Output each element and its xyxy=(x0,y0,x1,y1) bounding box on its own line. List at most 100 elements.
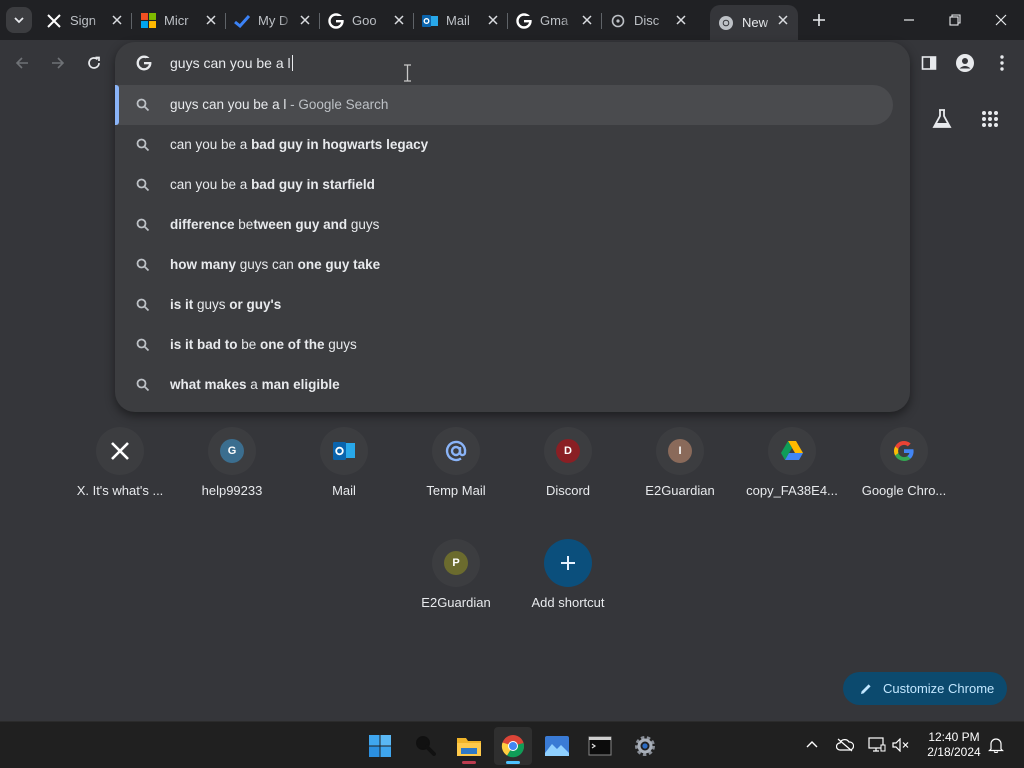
suggestion-item[interactable]: can you be a bad guy in hogwarts legacy xyxy=(115,125,910,165)
volume-tray-icon[interactable] xyxy=(890,734,912,756)
close-window-button[interactable] xyxy=(978,0,1024,40)
search-icon xyxy=(136,378,150,392)
tab-my-day[interactable]: My D xyxy=(226,5,320,36)
close-icon[interactable] xyxy=(110,13,124,27)
taskbar-clock[interactable]: 12:40 PM 2/18/2024 xyxy=(918,730,990,760)
menu-button[interactable] xyxy=(989,50,1015,76)
suggestion-text-part: is it xyxy=(170,297,194,312)
suggestion-text-part: or guy's xyxy=(229,297,282,312)
shortcut-icon-circle xyxy=(432,427,480,475)
suggestion-item[interactable]: guys can you be a l - Google Search xyxy=(115,85,893,125)
shortcut-icon-circle: G xyxy=(208,427,256,475)
network-tray-icon[interactable] xyxy=(866,734,888,756)
start-button[interactable] xyxy=(361,727,399,765)
shortcut-tile[interactable]: copy_FA38E4... xyxy=(736,427,848,537)
tab-title: My D xyxy=(258,13,289,28)
shortcut-label: Mail xyxy=(332,483,356,498)
suggestion-text-part: one guy take xyxy=(297,257,381,272)
close-icon[interactable] xyxy=(486,13,500,27)
restore-button[interactable] xyxy=(932,0,978,40)
google-apps-button[interactable] xyxy=(975,104,1005,134)
shortcut-tile[interactable]: X. It's what's ... xyxy=(64,427,176,537)
tab-google[interactable]: Goo xyxy=(320,5,414,36)
shortcut-tile[interactable]: Mail xyxy=(288,427,400,537)
reload-icon xyxy=(88,56,100,69)
new-tab-button[interactable] xyxy=(808,9,830,31)
suggestion-item[interactable]: how many guys can one guy take xyxy=(115,245,910,285)
reload-button[interactable] xyxy=(81,50,107,76)
taskbar: 12:40 PM 2/18/2024 xyxy=(0,721,1024,768)
monitor-icon xyxy=(868,737,886,752)
tab-discord[interactable]: Disc xyxy=(602,5,696,36)
suggestion-item[interactable]: is it bad to be one of the guys xyxy=(115,325,910,365)
shortcut-label: Discord xyxy=(545,483,591,498)
suggestion-item[interactable]: is it guys or guy's xyxy=(115,285,910,325)
profile-icon xyxy=(956,54,974,72)
tab-search-button[interactable] xyxy=(6,7,32,33)
search-icon xyxy=(136,218,150,232)
suggestion-item[interactable]: difference between guy and guys xyxy=(115,205,910,245)
cloud-off-icon xyxy=(836,738,854,752)
shortcut-tile[interactable]: P E2Guardian xyxy=(400,539,512,649)
close-icon[interactable] xyxy=(298,13,312,27)
search-icon xyxy=(416,736,436,756)
x-logo-icon xyxy=(46,13,62,29)
address-bar[interactable]: guys can you be a l xyxy=(115,42,910,84)
profile-button[interactable] xyxy=(952,50,978,76)
customize-chrome-button[interactable]: Customize Chrome xyxy=(843,672,1007,705)
file-explorer-button[interactable] xyxy=(450,727,488,765)
shortcut-tile[interactable]: Temp Mail xyxy=(400,427,512,537)
chrome-taskbar-button[interactable] xyxy=(494,727,532,765)
tab-gmail[interactable]: Gma xyxy=(508,5,602,36)
suggestion-text-part: be xyxy=(238,217,254,232)
terminal-taskbar-button[interactable] xyxy=(581,727,619,765)
photos-taskbar-button[interactable] xyxy=(538,727,576,765)
text-caret xyxy=(291,55,293,71)
shortcut-label: E2Guardian xyxy=(645,483,715,498)
folder-icon xyxy=(457,738,481,756)
tab-title: Disc xyxy=(634,13,660,28)
add-shortcut-tile[interactable]: Add shortcut xyxy=(512,539,624,649)
shortcut-label: E2Guardian xyxy=(421,595,491,610)
letter-avatar-icon: G xyxy=(220,439,244,463)
close-icon[interactable] xyxy=(392,13,406,27)
shortcut-tile[interactable]: Ghelp99233 xyxy=(176,427,288,537)
suggestion-item[interactable]: can you be a bad guy in starfield xyxy=(115,165,910,205)
notifications-button[interactable] xyxy=(985,734,1007,756)
kebab-menu-icon xyxy=(1000,55,1004,71)
tab-mail[interactable]: Mail xyxy=(414,5,508,36)
search-icon xyxy=(136,178,150,192)
shortcut-tile[interactable]: Google Chro... xyxy=(848,427,960,537)
search-icon xyxy=(136,298,150,312)
tab-microsoft[interactable]: Micr xyxy=(132,5,226,36)
forward-button[interactable] xyxy=(45,50,71,76)
close-icon[interactable] xyxy=(204,13,218,27)
shortcut-tile[interactable]: D Discord xyxy=(512,427,624,537)
suggestion-text-part: bad guy in hogwarts legacy xyxy=(251,137,429,152)
tab-sign[interactable]: Sign xyxy=(38,5,132,36)
address-input-text[interactable]: guys can you be a l xyxy=(170,55,293,71)
show-hidden-icons-button[interactable] xyxy=(801,734,823,756)
close-icon[interactable] xyxy=(776,13,790,27)
omnibox-dropdown: guys can you be a l guys can you be a l … xyxy=(115,42,910,412)
suggestion-text-part: - Google Search xyxy=(286,97,389,112)
close-icon[interactable] xyxy=(580,13,594,27)
settings-taskbar-button[interactable] xyxy=(626,727,664,765)
side-panel-button[interactable] xyxy=(916,50,942,76)
suggestion-text-part: guys xyxy=(324,337,357,352)
search-icon xyxy=(136,258,150,272)
search-taskbar-button[interactable] xyxy=(407,727,445,765)
chevron-up-icon xyxy=(806,741,818,748)
tab-new-tab[interactable]: New xyxy=(710,5,798,40)
onedrive-tray-icon[interactable] xyxy=(834,734,856,756)
back-button[interactable] xyxy=(9,50,35,76)
restore-icon xyxy=(949,14,961,26)
suggestion-item[interactable]: what makes a man eligible xyxy=(115,365,910,405)
chrome-labs-button[interactable] xyxy=(927,104,957,134)
close-icon[interactable] xyxy=(674,13,688,27)
suggestion-text: guys can you be a l - Google Search xyxy=(170,97,388,112)
shortcut-label: copy_FA38E4... xyxy=(746,483,838,498)
suggestion-text: what makes a man eligible xyxy=(170,377,340,392)
shortcut-tile[interactable]: I E2Guardian xyxy=(624,427,736,537)
minimize-button[interactable] xyxy=(886,0,932,40)
